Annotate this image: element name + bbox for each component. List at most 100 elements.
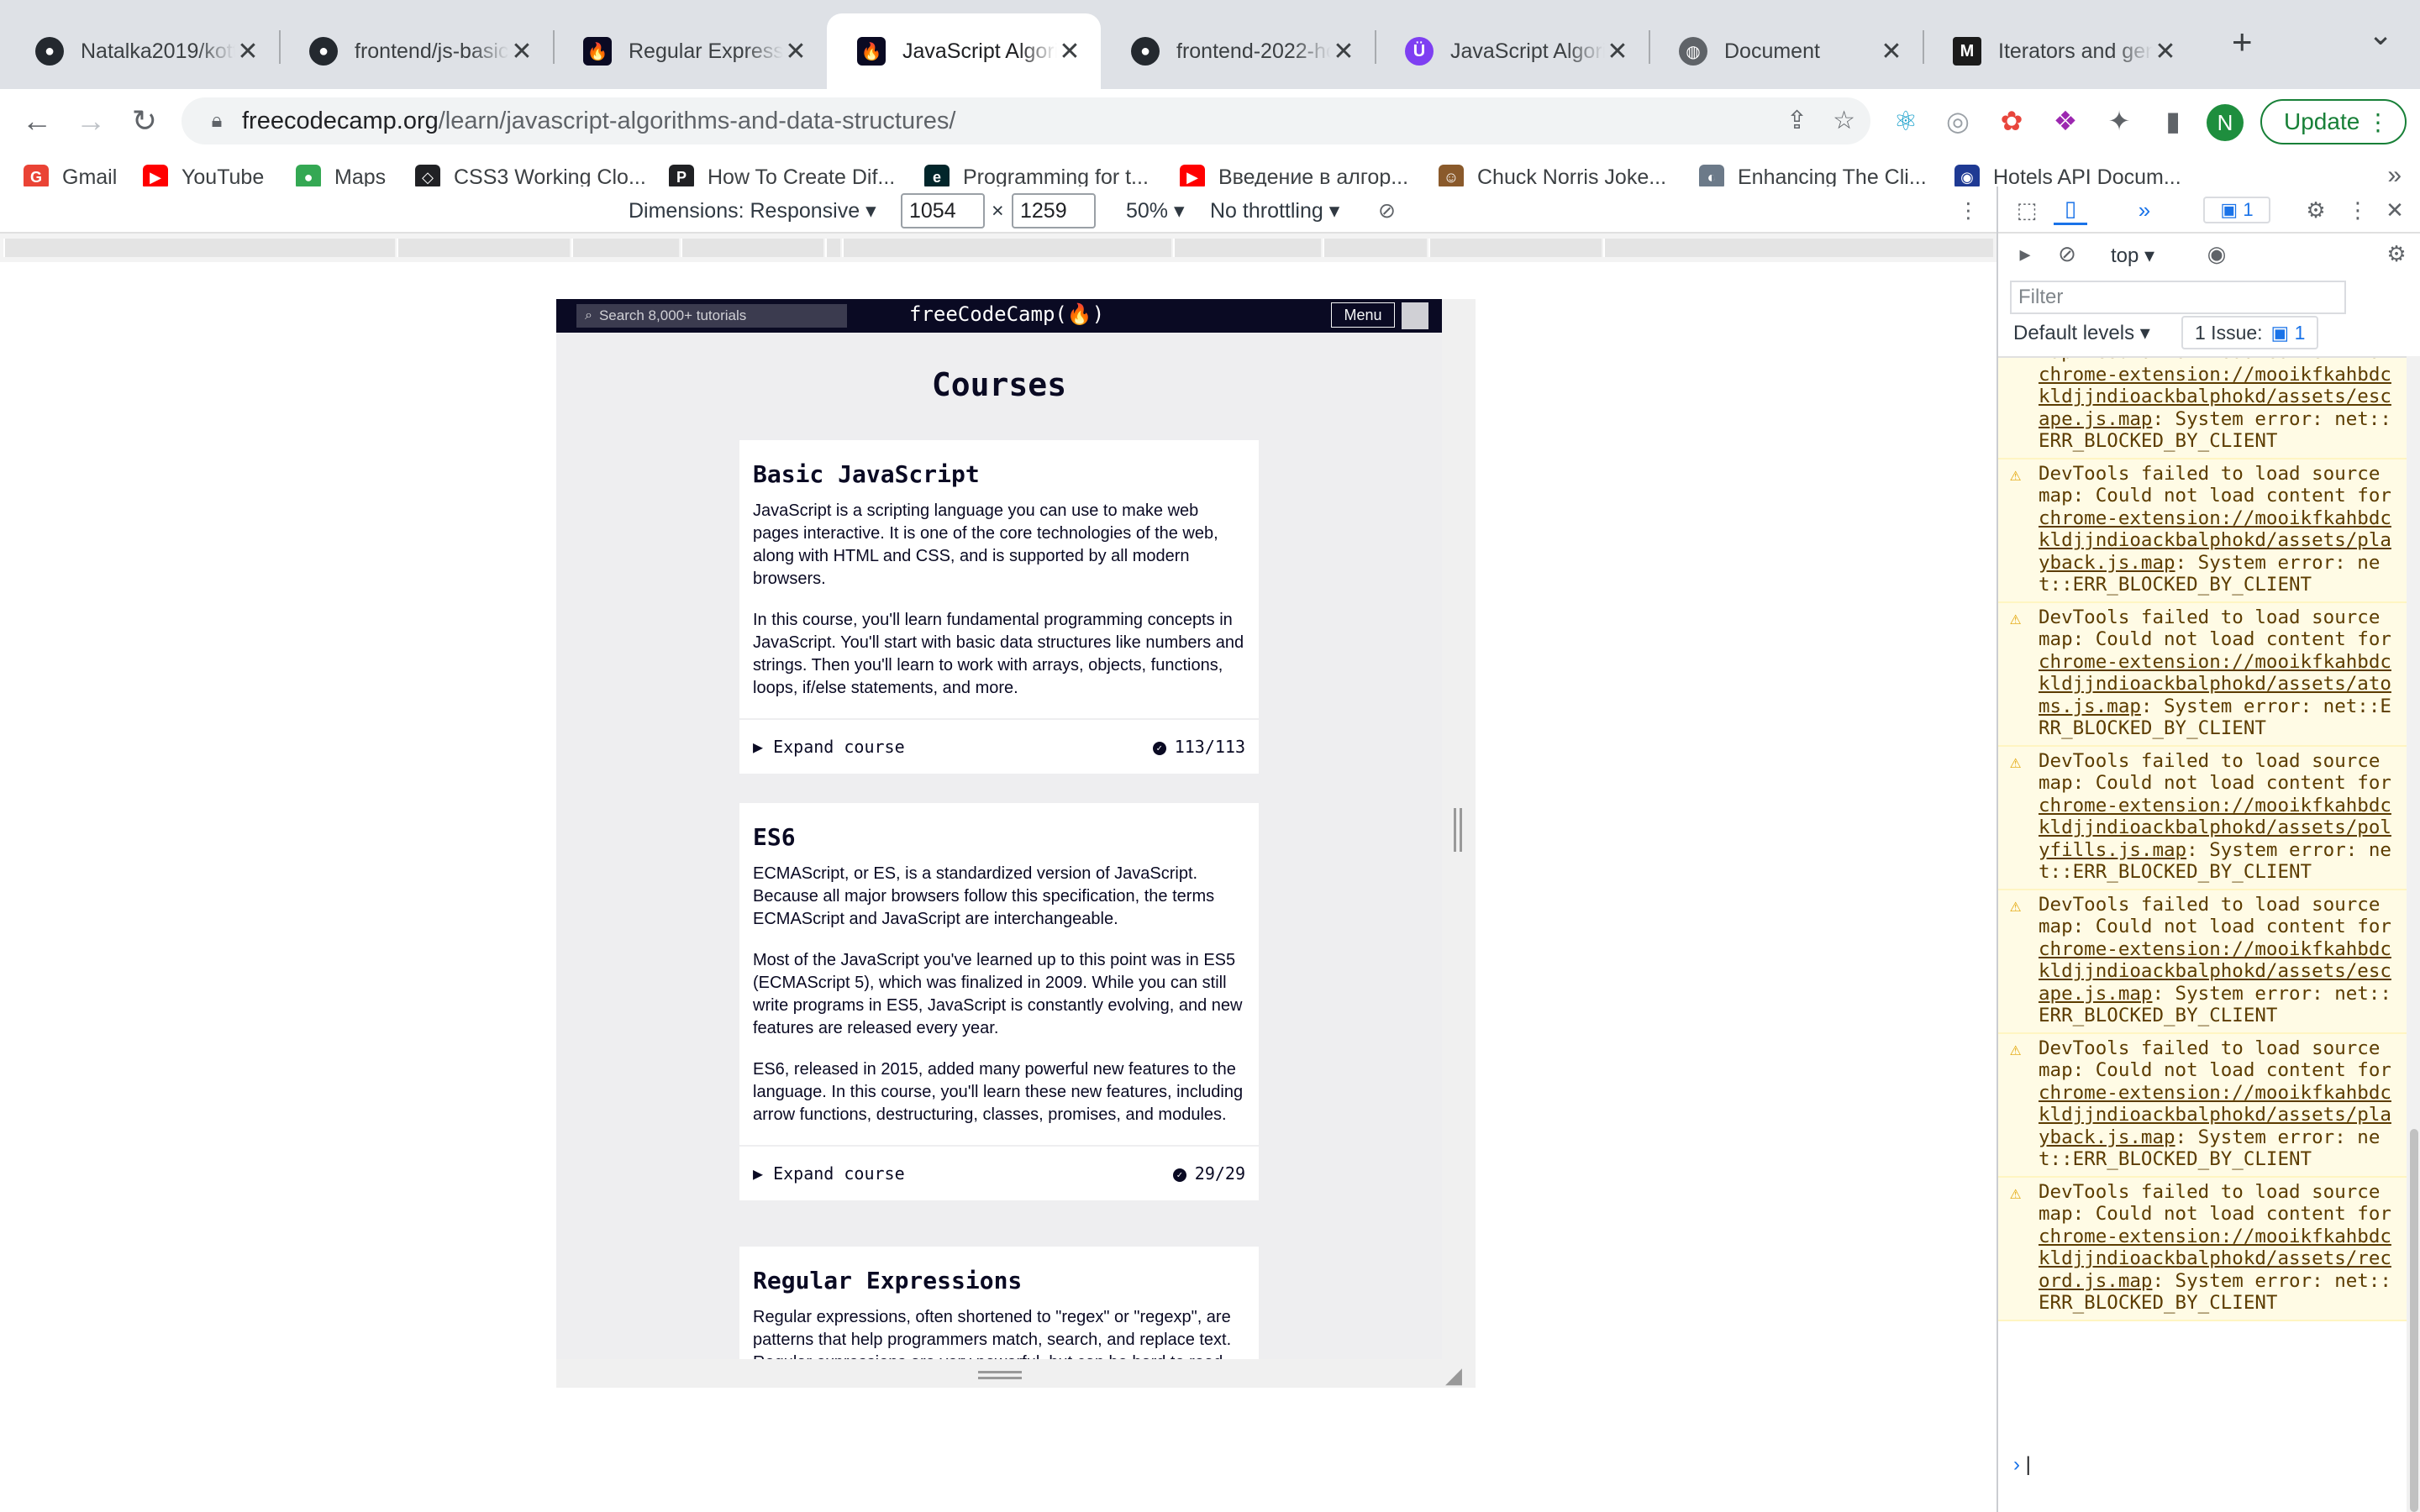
tab[interactable]: ● frontend/js-basics ✕ xyxy=(279,13,553,89)
expand-course-label: ▶ Expand course xyxy=(753,737,905,757)
react-devtools-icon[interactable]: ⚛ xyxy=(1886,101,1926,141)
emulated-page: ⌕ Search 8,000+ tutorials freeCodeCamp(🔥)… xyxy=(556,299,1442,1359)
close-tab-icon[interactable]: ✕ xyxy=(783,37,808,66)
times-sign: × xyxy=(992,198,1004,223)
sidebar-toggle-icon[interactable]: ▸ xyxy=(2008,239,2042,269)
forward-arrow-icon[interactable]: → xyxy=(69,99,113,143)
throttling-label: No throttling xyxy=(1210,198,1323,223)
tab[interactable]: Ü JavaScript Algorithms✕ xyxy=(1375,13,1649,89)
device-toolbar-menu-icon[interactable]: ⋮ xyxy=(1958,195,1979,227)
clear-console-icon[interactable]: ⊘ xyxy=(2050,239,2084,269)
browser-toolbar: ← → ↻ 🔒︎ freecodecamp.org/learn/javascri… xyxy=(0,89,2420,153)
course-description: JavaScript is a scripting language you c… xyxy=(753,501,1218,588)
close-tab-icon[interactable]: ✕ xyxy=(1879,37,1904,66)
extension-icon[interactable]: ❖ xyxy=(2045,101,2086,141)
close-tab-icon[interactable]: ✕ xyxy=(235,37,260,66)
issues-button[interactable]: 1 Issue: ▣ 1 xyxy=(2181,316,2319,349)
context-selector[interactable]: top ▾ xyxy=(2111,244,2154,268)
tab-separator xyxy=(553,30,555,64)
tab[interactable]: ◍ Document ✕ xyxy=(1649,13,1923,89)
prompt-chevron-icon: › xyxy=(2013,1453,2020,1476)
device-height-input[interactable]: 1259 xyxy=(1012,193,1096,228)
rotate-icon[interactable]: ⊘ xyxy=(1378,195,1396,227)
console-scrollbar[interactable] xyxy=(2407,356,2420,1512)
close-tab-icon[interactable]: ✕ xyxy=(1331,37,1356,66)
console-messages: map: Could not load content for chrome-e… xyxy=(1998,356,2407,1453)
udemy-icon: Ü xyxy=(1405,37,1434,66)
share-icon[interactable]: ⇪ xyxy=(1786,106,1807,135)
lock-icon[interactable]: 🔒︎ xyxy=(192,109,242,133)
warning-icon: ⚠ xyxy=(2010,1038,2022,1060)
page-title: Courses xyxy=(931,366,1067,403)
device-toggle-icon[interactable]: ▯ xyxy=(2054,195,2087,225)
bookmark-star-icon[interactable]: ☆ xyxy=(1833,106,1855,135)
close-devtools-icon[interactable]: ✕ xyxy=(2378,195,2412,225)
console-warning: ⚠ DevTools failed to load source map: Cou… xyxy=(1998,1033,2407,1178)
warning-icon: ⚠ xyxy=(2010,464,2022,486)
fcc-menu-button[interactable]: Menu xyxy=(1331,302,1395,328)
tab[interactable]: 🔥 Regular Expressions✕ xyxy=(553,13,827,89)
dimensions-dropdown[interactable]: Dimensions: Responsive ▾ xyxy=(629,195,876,227)
devtools-panel: ⬚ ▯ » ▣ 1 ⚙ ⋮ ✕ ▸ ⊘ top ▾ ◉ ⚙ Filter Def… xyxy=(1996,186,2420,1512)
tab[interactable]: M Iterators and generators✕ xyxy=(1923,13,2196,89)
log-levels-dropdown[interactable]: Default levels ▾ xyxy=(2013,321,2150,345)
zoom-dropdown[interactable]: 50% ▾ xyxy=(1126,195,1185,227)
tab[interactable]: 🔥 JavaScript Algorithms✕ xyxy=(827,13,1101,89)
tab[interactable]: ● frontend-2022-ho ✕ xyxy=(1101,13,1375,89)
tab-search-icon[interactable]: ⌄ xyxy=(2368,17,2393,52)
profile-avatar[interactable]: N xyxy=(2207,104,2244,141)
inspect-element-icon[interactable]: ⬚ xyxy=(2010,195,2044,225)
resize-corner-icon[interactable]: ◢ xyxy=(1445,1362,1462,1389)
tab[interactable]: ● Natalka2019/kotta ✕ xyxy=(5,13,279,89)
reload-icon[interactable]: ↻ xyxy=(123,99,166,143)
color-picker-icon[interactable]: ✿ xyxy=(1991,101,2032,141)
globe-icon: ◍ xyxy=(1679,37,1707,66)
course-title: Regular Expressions xyxy=(753,1267,1023,1294)
dimensions-label: Dimensions: Responsive xyxy=(629,198,860,223)
devtools-menu-icon[interactable]: ⋮ xyxy=(2341,195,2375,225)
side-panel-icon[interactable]: ▮ xyxy=(2153,101,2193,141)
address-bar[interactable]: 🔒︎ freecodecamp.org/learn/javascript-alg… xyxy=(182,97,1870,144)
messages-badge[interactable]: ▣ 1 xyxy=(2203,197,2270,223)
issues-count: ▣ 1 xyxy=(2270,321,2306,344)
fcc-search-input[interactable]: ⌕ Search 8,000+ tutorials xyxy=(576,304,847,328)
extension-icon[interactable]: ◎ xyxy=(1938,101,1978,141)
close-tab-icon[interactable]: ✕ xyxy=(1605,37,1630,66)
resize-grip-bottom-icon[interactable] xyxy=(978,1371,1022,1379)
mdn-icon: M xyxy=(1953,37,1981,66)
console-filter-input[interactable]: Filter xyxy=(2010,281,2346,314)
back-arrow-icon[interactable]: ← xyxy=(15,99,59,143)
console-warning: ⚠ DevTools failed to load source map: Cou… xyxy=(1998,890,2407,1034)
tab-separator xyxy=(1375,30,1376,64)
device-width-input[interactable]: 1054 xyxy=(901,193,985,228)
live-expression-eye-icon[interactable]: ◉ xyxy=(2200,239,2233,269)
fcc-logo[interactable]: freeCodeCamp(🔥) xyxy=(909,302,1104,326)
expand-course-button[interactable]: ▶ Expand course ✓ 29/29 xyxy=(739,1145,1259,1200)
tab-title: Regular Expressions xyxy=(629,39,783,63)
close-tab-icon[interactable]: ✕ xyxy=(509,37,534,66)
settings-gear-icon[interactable]: ⚙ xyxy=(2299,195,2333,225)
expand-course-label: ▶ Expand course xyxy=(753,1163,905,1184)
console-prompt[interactable]: › | xyxy=(1998,1453,2407,1487)
puzzle-icon[interactable]: ✦ xyxy=(2099,101,2139,141)
zoom-label: 50% xyxy=(1126,198,1169,223)
kebab-menu-icon: ⋮ xyxy=(2366,108,2390,135)
fcc-user-avatar[interactable] xyxy=(1402,302,1428,329)
tab-separator xyxy=(1649,30,1650,64)
console-text: map: Could not load content for xyxy=(2039,358,2391,363)
course-card: ES6 ECMAScript, or ES, is a standardized … xyxy=(739,803,1259,1200)
bookmarks-more-icon[interactable]: » xyxy=(2387,161,2402,190)
console-settings-gear-icon[interactable]: ⚙ xyxy=(2380,239,2413,269)
update-button[interactable]: Update ⋮ xyxy=(2260,99,2407,144)
more-tabs-icon[interactable]: » xyxy=(2128,195,2161,225)
scrollbar-thumb[interactable] xyxy=(2410,1129,2418,1512)
expand-course-button[interactable]: ▶ Expand course ✓ 113/113 xyxy=(739,718,1259,774)
media-query-bar[interactable] xyxy=(0,234,1996,262)
throttling-dropdown[interactable]: No throttling ▾ xyxy=(1210,195,1339,227)
close-tab-icon[interactable]: ✕ xyxy=(1057,37,1082,66)
close-tab-icon[interactable]: ✕ xyxy=(2153,37,2178,66)
resize-grip-right-icon[interactable] xyxy=(1454,808,1462,852)
tab-title: frontend/js-basics xyxy=(355,39,509,63)
new-tab-icon[interactable]: + xyxy=(2232,22,2253,62)
warning-icon: ⚠ xyxy=(2010,607,2022,629)
